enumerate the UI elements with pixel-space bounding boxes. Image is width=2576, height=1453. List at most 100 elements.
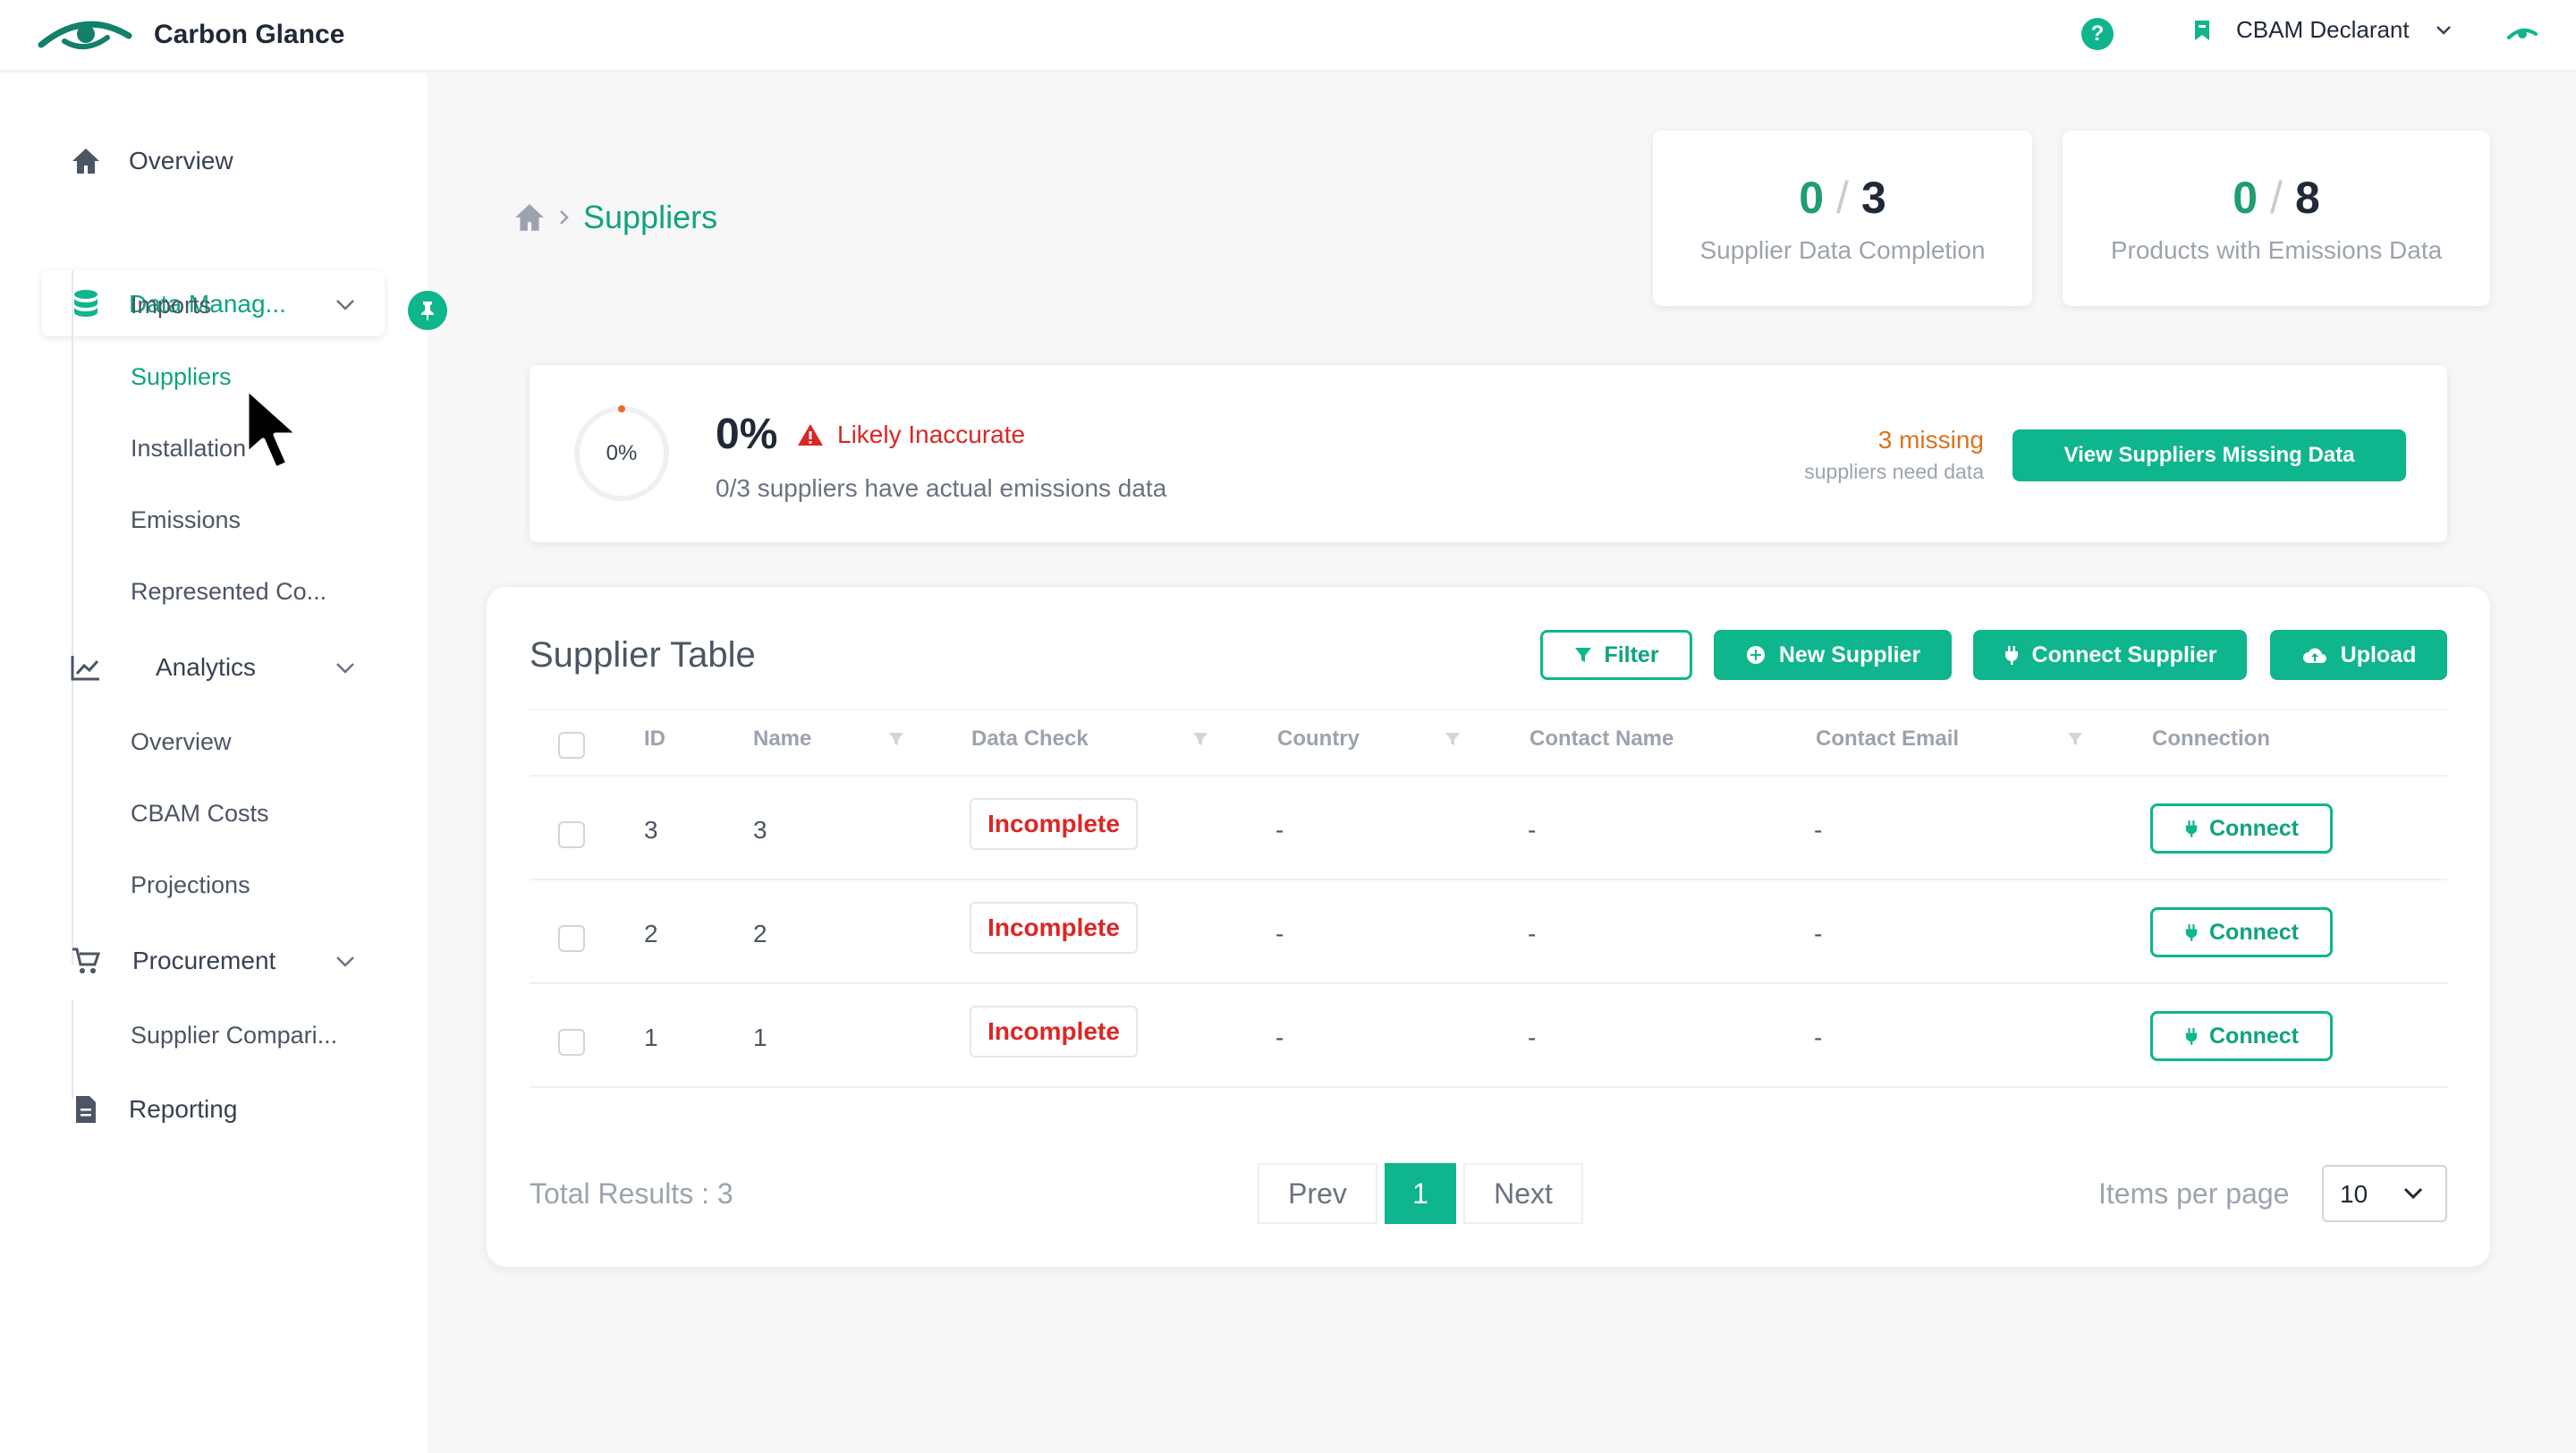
plug-icon [2004, 646, 2018, 665]
sidebar-item-overview[interactable]: Overview [68, 136, 390, 186]
filter-icon[interactable] [887, 730, 905, 748]
document-icon [68, 1092, 104, 1127]
cell-name[interactable]: 3 [753, 816, 767, 845]
app-logo[interactable]: Carbon Glance [38, 14, 344, 55]
progress-ring: 0% [574, 406, 669, 501]
cell-id: 3 [644, 816, 658, 844]
cell-name[interactable]: 2 [753, 920, 767, 948]
sidebar-item-data-management-row[interactable]: Data Manag... [68, 279, 372, 329]
column-header-contact-name[interactable]: Contact Name [1530, 726, 1674, 752]
cell-country: - [1275, 920, 1284, 947]
cell-contact-name: - [1528, 1024, 1537, 1051]
sidebar-item-represented-companies[interactable]: Represented Co... [131, 578, 326, 606]
bookmark-icon [2195, 20, 2209, 40]
sidebar-item-projections[interactable]: Projections [131, 871, 250, 899]
submenu-line [72, 705, 73, 964]
column-header-contact-email[interactable]: Contact Email [1816, 726, 1959, 752]
connect-button[interactable]: Connect [2150, 1011, 2333, 1061]
connect-supplier-button[interactable]: Connect Supplier [1973, 630, 2247, 680]
plug-icon [2185, 820, 2198, 837]
table-header-top-divider [530, 709, 2447, 710]
column-header-id[interactable]: ID [644, 726, 665, 752]
stat-label: Supplier Data Completion [1699, 236, 1986, 264]
connect-button[interactable]: Connect [2150, 803, 2333, 854]
upload-button[interactable]: Upload [2270, 630, 2447, 680]
chevron-right-icon [560, 210, 569, 225]
help-icon[interactable]: ? [2081, 18, 2114, 50]
filter-icon [1575, 648, 1592, 662]
role-selector[interactable]: CBAM Declarant [2193, 16, 2453, 44]
cart-icon [68, 943, 104, 979]
sidebar-item-cbam-costs[interactable]: CBAM Costs [131, 800, 269, 828]
home-icon[interactable] [513, 202, 546, 233]
banner-subtitle: 0/3 suppliers have actual emissions data [716, 474, 1167, 502]
supplier-table-card: Supplier Table Filter New Supplier Conne… [487, 587, 2490, 1267]
completion-percent: 0% [716, 411, 778, 458]
row-checkbox[interactable] [558, 821, 585, 848]
missing-subtitle: suppliers need data [1804, 460, 1984, 483]
prev-page-button[interactable]: Prev [1258, 1163, 1377, 1224]
cell-contact-name: - [1528, 920, 1537, 947]
cell-id: 2 [644, 920, 658, 947]
sidebar-item-supplier-comparison[interactable]: Supplier Compari... [131, 1022, 337, 1049]
column-header-country[interactable]: Country [1277, 726, 1360, 752]
sidebar-item-installation[interactable]: Installation [131, 435, 246, 463]
stat-card-products-emissions: 0/8 Products with Emissions Data [2063, 131, 2490, 306]
status-badge[interactable]: Incomplete [970, 902, 1138, 954]
sidebar-item-reporting[interactable]: Reporting [68, 1084, 372, 1134]
column-header-name[interactable]: Name [753, 726, 811, 752]
view-missing-data-button[interactable]: View Suppliers Missing Data [2012, 429, 2406, 481]
mouse-cursor-icon [244, 386, 301, 472]
missing-count: 3 missing [1877, 426, 1984, 454]
home-icon [68, 143, 104, 179]
row-checkbox[interactable] [558, 1029, 585, 1056]
sidebar-item-suppliers[interactable]: Suppliers [131, 363, 232, 391]
page-1-button[interactable]: 1 [1385, 1163, 1456, 1224]
chevron-down-icon[interactable] [335, 955, 356, 969]
row-divider [530, 982, 2447, 984]
warning-status: Likely Inaccurate [796, 421, 1025, 449]
cell-contact-email: - [1814, 920, 1823, 947]
sidebar-item-analytics-overview[interactable]: Overview [131, 728, 232, 756]
warning-icon [798, 424, 823, 446]
total-results: Total Results : 3 [530, 1177, 733, 1210]
table-header-divider [530, 775, 2447, 777]
cell-name[interactable]: 1 [753, 1024, 767, 1052]
sidebar-item-procurement[interactable]: Procurement [68, 936, 372, 986]
table-title: Supplier Table [530, 635, 756, 675]
pin-icon[interactable] [408, 291, 447, 330]
filter-icon[interactable] [1191, 730, 1209, 748]
filter-icon[interactable] [2066, 730, 2084, 748]
sidebar-item-imports[interactable]: Imports [131, 292, 211, 319]
eye-icon[interactable] [2507, 23, 2538, 45]
cell-country: - [1275, 816, 1284, 844]
items-per-page-select[interactable]: 10 [2322, 1165, 2447, 1222]
new-supplier-button[interactable]: New Supplier [1714, 630, 1952, 680]
next-page-button[interactable]: Next [1463, 1163, 1583, 1224]
sidebar-item-emissions[interactable]: Emissions [131, 506, 241, 534]
cell-id: 1 [644, 1024, 658, 1051]
data-quality-banner: 0% 0% Likely Inaccurate 0/3 suppliers ha… [530, 365, 2447, 542]
sidebar-item-analytics[interactable]: Analytics [68, 642, 372, 693]
eye-logo-icon [38, 21, 132, 49]
row-divider [530, 1086, 2447, 1088]
sidebar: Overview Data Manag... Imports Suppliers… [0, 73, 447, 1453]
status-badge[interactable]: Incomplete [970, 1006, 1138, 1058]
chevron-down-icon[interactable] [335, 661, 356, 676]
items-per-page-label: Items per page [2098, 1177, 2290, 1210]
filter-icon[interactable] [1444, 730, 1462, 748]
line-chart-icon [68, 650, 104, 685]
filter-button[interactable]: Filter [1540, 630, 1692, 680]
column-header-connection[interactable]: Connection [2152, 726, 2270, 752]
database-icon [68, 286, 104, 322]
plug-icon [2185, 1028, 2198, 1045]
chevron-down-icon [2403, 1187, 2423, 1200]
select-all-checkbox[interactable] [558, 732, 585, 759]
progress-ring-marker [618, 405, 625, 412]
column-header-data-check[interactable]: Data Check [971, 726, 1089, 752]
row-checkbox[interactable] [558, 925, 585, 952]
connect-button[interactable]: Connect [2150, 907, 2333, 957]
chevron-down-icon[interactable] [335, 298, 356, 312]
app-name: Carbon Glance [154, 20, 345, 49]
status-badge[interactable]: Incomplete [970, 798, 1138, 850]
